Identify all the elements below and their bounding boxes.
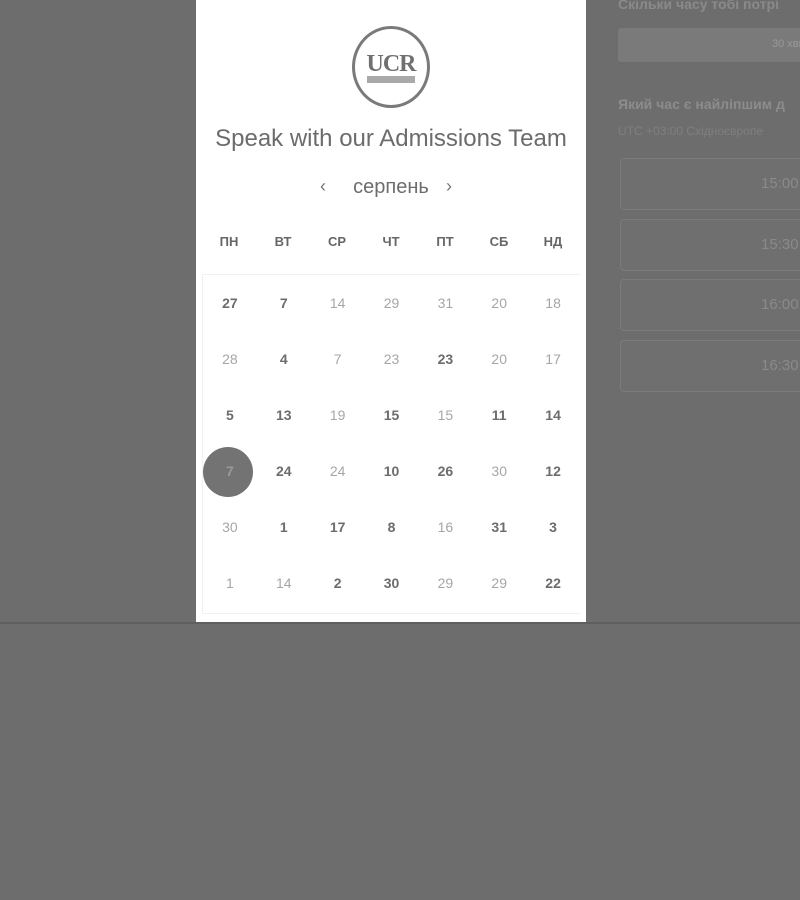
calendar-day[interactable]: 1: [257, 499, 311, 555]
duration-select[interactable]: 30 хвил: [618, 28, 800, 62]
calendar-day-selected[interactable]: 7: [203, 443, 257, 499]
time-slot-label: 16:30: [761, 357, 799, 374]
calendar-day[interactable]: 14: [311, 275, 365, 331]
modal-title: Speak with our Admissions Team: [215, 125, 567, 152]
time-slot-label: 15:00: [761, 175, 799, 192]
time-slot-label: 15:30: [761, 236, 799, 253]
time-slot-button[interactable]: 16:00: [620, 279, 800, 331]
time-slot-label: 16:00: [761, 296, 799, 313]
month-navigation: ‹ серпень ›: [196, 172, 586, 204]
scheduling-panel: Скільки часу тобі потрі 30 хвил Який час…: [600, 0, 800, 622]
calendar-day[interactable]: 2: [311, 555, 365, 611]
calendar-day[interactable]: 23: [365, 331, 419, 387]
calendar-day[interactable]: 28: [203, 331, 257, 387]
weekday-label: СР: [327, 234, 347, 249]
chevron-left-icon[interactable]: ‹: [320, 176, 326, 197]
logo-text: UCR: [366, 51, 417, 77]
calendar-day[interactable]: 30: [203, 499, 257, 555]
calendar-day[interactable]: 3: [526, 499, 580, 555]
calendar-day[interactable]: 7: [257, 275, 311, 331]
calendar-day[interactable]: 19: [311, 387, 365, 443]
weekday-label: ЧТ: [382, 234, 400, 249]
calendar-day[interactable]: 24: [257, 443, 311, 499]
ucr-logo: UCR: [352, 26, 430, 108]
weekday-label: ВТ: [274, 234, 292, 249]
calendar-day[interactable]: 16: [418, 499, 472, 555]
weekday-label: НД: [543, 234, 563, 249]
weekday-label: ПТ: [436, 234, 454, 249]
time-slot-button[interactable]: 15:30: [620, 219, 800, 271]
calendar-day[interactable]: 15: [365, 387, 419, 443]
chevron-right-icon[interactable]: ›: [446, 176, 452, 197]
time-slot-button[interactable]: 16:30: [620, 340, 800, 392]
calendar-day[interactable]: 29: [472, 555, 526, 611]
calendar-day[interactable]: 20: [472, 331, 526, 387]
booking-modal: UCR Speak with our Admissions Team ‹ сер…: [196, 0, 586, 622]
calendar-day[interactable]: 14: [526, 387, 580, 443]
calendar-day[interactable]: 10: [365, 443, 419, 499]
calendar-day[interactable]: 1: [203, 555, 257, 611]
calendar-day[interactable]: 18: [526, 275, 580, 331]
calendar-day[interactable]: 30: [472, 443, 526, 499]
calendar-day[interactable]: 5: [203, 387, 257, 443]
weekday-label: СБ: [489, 234, 509, 249]
calendar-day[interactable]: 13: [257, 387, 311, 443]
calendar-day[interactable]: 14: [257, 555, 311, 611]
duration-title: Скільки часу тобі потрі: [618, 0, 779, 12]
calendar-day[interactable]: 15: [418, 387, 472, 443]
calendar-day[interactable]: 20: [472, 275, 526, 331]
calendar-day[interactable]: 17: [311, 499, 365, 555]
calendar-day[interactable]: 4: [257, 331, 311, 387]
page-divider: [0, 622, 800, 624]
calendar-day[interactable]: 12: [526, 443, 580, 499]
timezone-label[interactable]: UTC +03:00 Східноєвропе: [618, 124, 763, 138]
calendar-day[interactable]: 31: [472, 499, 526, 555]
calendar-day[interactable]: 11: [472, 387, 526, 443]
calendar-day[interactable]: 22: [526, 555, 580, 611]
duration-value: 30 хвил: [772, 38, 800, 50]
calendar-day[interactable]: 29: [418, 555, 472, 611]
calendar-day[interactable]: 30: [365, 555, 419, 611]
calendar-day[interactable]: 29: [365, 275, 419, 331]
weekday-header: ПН ВТ СР ЧТ ПТ СБ НД: [202, 234, 580, 256]
month-label: серпень: [353, 176, 429, 198]
calendar-day[interactable]: 7: [311, 331, 365, 387]
calendar-day[interactable]: 27: [203, 275, 257, 331]
calendar-day[interactable]: 26: [418, 443, 472, 499]
calendar-day[interactable]: 31: [418, 275, 472, 331]
calendar-day[interactable]: 17: [526, 331, 580, 387]
calendar-day[interactable]: 8: [365, 499, 419, 555]
weekday-label: ПН: [219, 234, 239, 249]
calendar-day[interactable]: 23: [418, 331, 472, 387]
calendar-grid: 27 7 14 29 31 20 18 28 4 7 23 23 20 17 5…: [202, 274, 580, 614]
best-time-title: Який час є найліпшим д: [618, 96, 785, 112]
time-slot-button[interactable]: 15:00: [620, 158, 800, 210]
calendar-day[interactable]: 24: [311, 443, 365, 499]
